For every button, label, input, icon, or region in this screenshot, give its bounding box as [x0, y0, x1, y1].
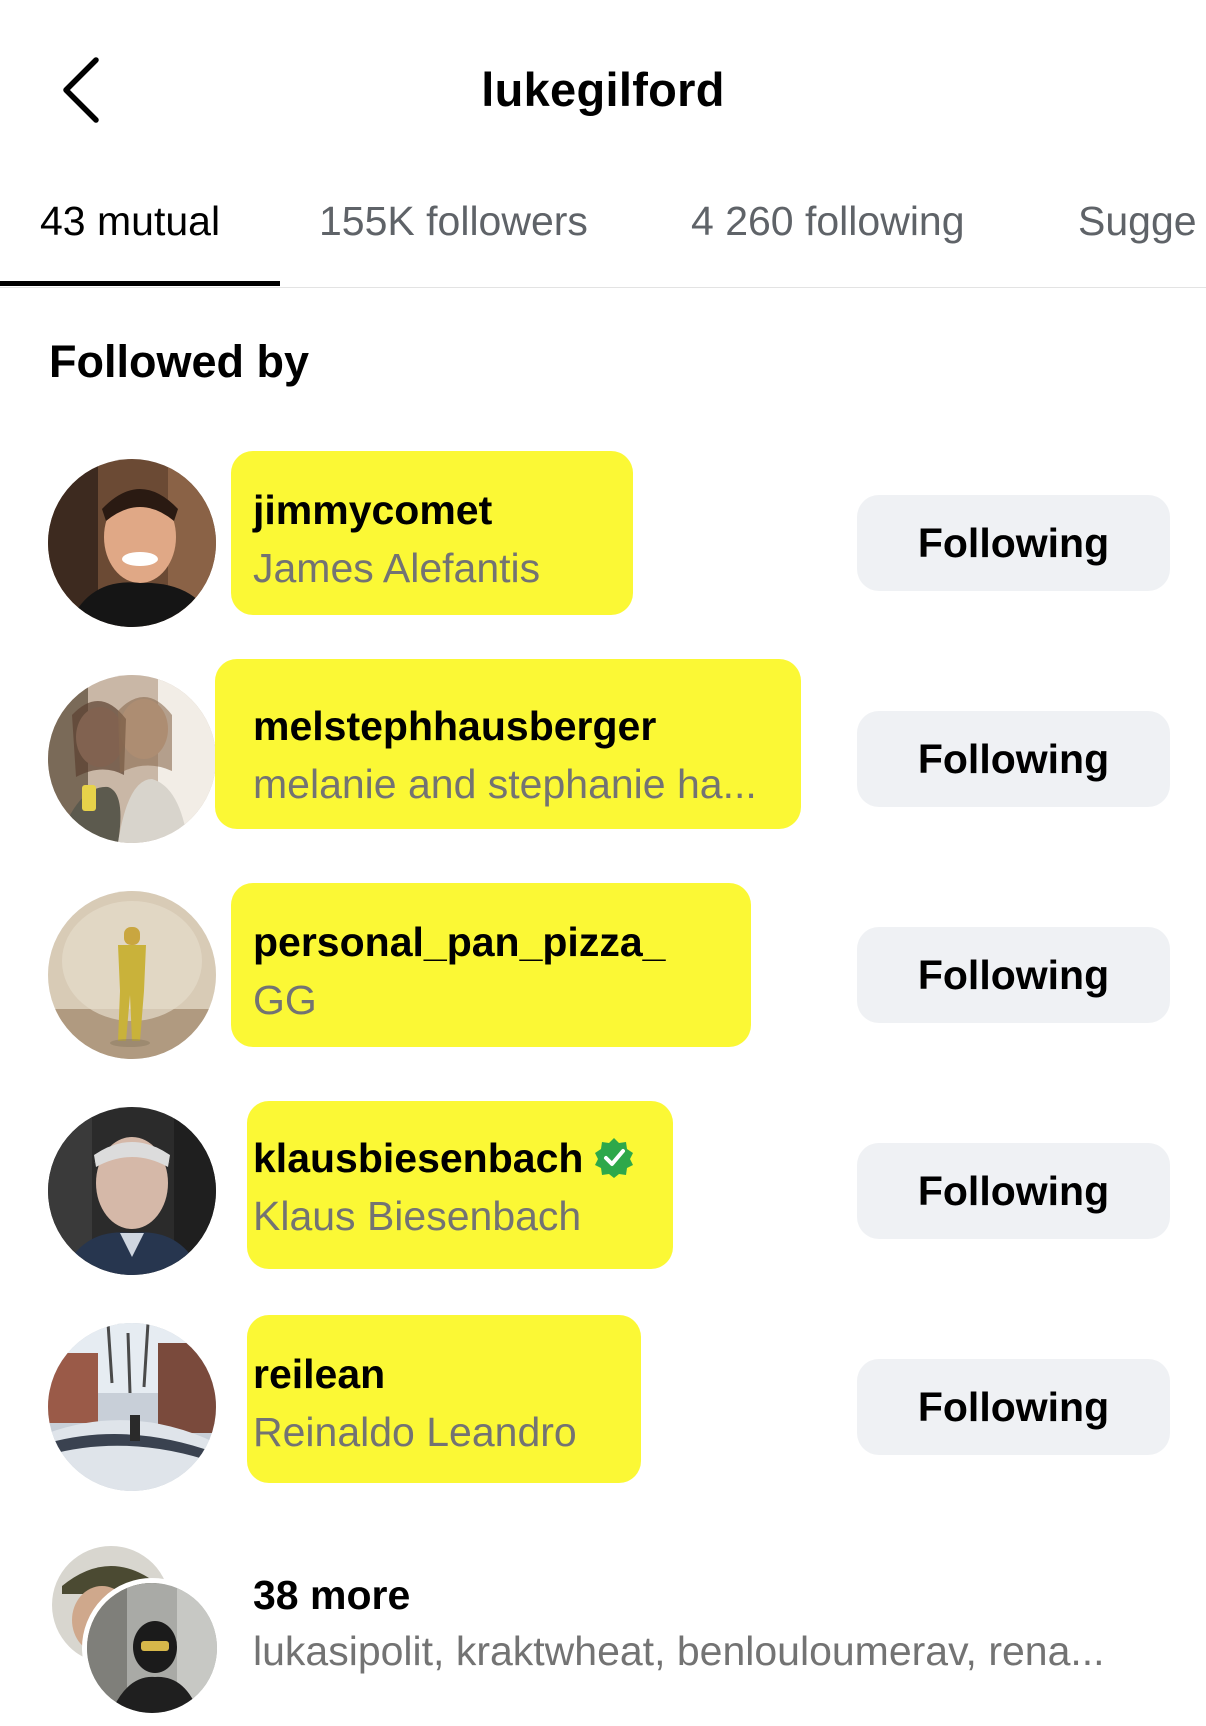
list-item[interactable]: jimmycomet James Alefantis Following — [0, 451, 1206, 675]
full-name: melanie and stephanie ha... — [253, 761, 757, 807]
tab-bar: 43 mutual 155K followers 4 260 following… — [0, 180, 1206, 288]
avatar — [82, 1578, 222, 1718]
following-button[interactable]: Following — [857, 1143, 1170, 1239]
full-name: GG — [253, 977, 317, 1023]
list-item[interactable]: reilean Reinaldo Leandro Following — [0, 1315, 1206, 1539]
username-text: klausbiesenbach — [253, 1135, 584, 1181]
list-item[interactable]: melstephhausberger melanie and stephanie… — [0, 659, 1206, 891]
header-bar: lukegilford — [0, 0, 1206, 180]
tab-suggested[interactable]: Sugge — [1078, 198, 1197, 245]
following-button[interactable]: Following — [857, 1359, 1170, 1455]
more-names-list: lukasipolit, kraktwheat, benlouloumerav,… — [253, 1628, 1105, 1674]
username[interactable]: reilean — [253, 1351, 385, 1398]
username[interactable]: personal_pan_pizza_ — [253, 919, 665, 966]
avatar[interactable] — [48, 891, 216, 1059]
list-item[interactable]: personal_pan_pizza_ GG Following — [0, 883, 1206, 1107]
following-button[interactable]: Following — [857, 711, 1170, 807]
tab-followers[interactable]: 155K followers — [319, 198, 588, 245]
avatar[interactable] — [48, 459, 216, 627]
more-mutuals-row[interactable]: 38 more lukasipolit, kraktwheat, benloul… — [0, 1540, 1206, 1726]
avatar[interactable] — [48, 1107, 216, 1275]
followed-by-heading: Followed by — [49, 336, 310, 387]
avatar[interactable] — [48, 675, 216, 843]
active-tab-indicator — [0, 281, 280, 286]
username[interactable]: jimmycomet — [253, 487, 492, 534]
highlight-mark — [247, 1315, 641, 1483]
following-button[interactable]: Following — [857, 927, 1170, 1023]
highlight-mark — [247, 1101, 673, 1269]
tab-mutual[interactable]: 43 mutual — [40, 198, 220, 245]
username[interactable]: melstephhausberger — [253, 703, 656, 750]
verified-badge-icon — [595, 1138, 634, 1178]
page-title: lukegilford — [481, 63, 725, 116]
list-item[interactable]: klausbiesenbach Klaus Biesenbach Followi… — [0, 1101, 1206, 1323]
more-count: 38 more — [253, 1572, 411, 1618]
avatar[interactable] — [48, 1323, 216, 1491]
tab-following[interactable]: 4 260 following — [691, 198, 965, 245]
full-name: Reinaldo Leandro — [253, 1409, 577, 1455]
username[interactable]: klausbiesenbach — [253, 1135, 635, 1182]
full-name: James Alefantis — [253, 545, 541, 591]
following-button[interactable]: Following — [857, 495, 1170, 591]
full-name: Klaus Biesenbach — [253, 1193, 582, 1239]
